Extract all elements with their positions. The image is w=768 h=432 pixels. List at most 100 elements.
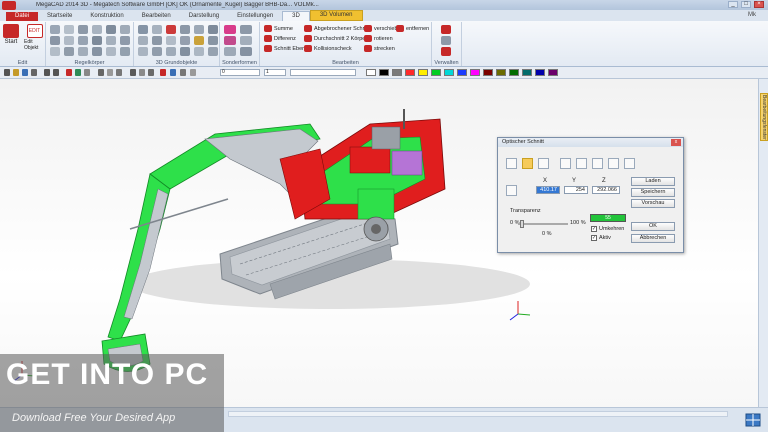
torus-icon[interactable]: [106, 25, 116, 34]
tools-icon[interactable]: [441, 47, 451, 56]
bearing-icon[interactable]: [208, 36, 218, 45]
tab-konstruktion[interactable]: Konstruktion: [81, 12, 132, 21]
differenz-command[interactable]: Differenz: [264, 34, 308, 43]
measure-icon[interactable]: [160, 69, 166, 76]
layer-icon[interactable]: [98, 69, 104, 76]
box-icon[interactable]: [138, 25, 148, 34]
color-swatch[interactable]: [470, 69, 480, 76]
hatch-icon[interactable]: [180, 69, 186, 76]
prism-icon[interactable]: [120, 25, 130, 34]
app-logo-icon[interactable]: [2, 0, 16, 10]
cut-z-icon[interactable]: [538, 158, 549, 169]
tree-icon[interactable]: [441, 36, 451, 45]
ok-button[interactable]: OK: [631, 222, 675, 231]
summe-command[interactable]: Summe: [264, 24, 308, 33]
x-value-field[interactable]: 410.17: [536, 186, 560, 194]
color-swatch[interactable]: [366, 69, 376, 76]
tab-bearbeiten[interactable]: Bearbeiten: [133, 12, 180, 21]
bolt-icon[interactable]: [180, 25, 190, 34]
rib-icon[interactable]: [180, 36, 190, 45]
hole-icon[interactable]: [208, 47, 218, 56]
aktiv-checkbox[interactable]: ✓: [591, 235, 597, 241]
spring-icon[interactable]: [64, 47, 74, 56]
fillet-icon[interactable]: [180, 47, 190, 56]
shell-icon[interactable]: [106, 36, 116, 45]
minimize-button[interactable]: _: [728, 1, 738, 8]
helix-icon[interactable]: [106, 47, 116, 56]
new-file-icon[interactable]: [4, 69, 10, 76]
cone-icon[interactable]: [78, 25, 88, 34]
pen-select[interactable]: 1: [264, 69, 286, 76]
cylinder-icon[interactable]: [64, 25, 74, 34]
color-swatch[interactable]: [444, 69, 454, 76]
nut-icon[interactable]: [194, 25, 204, 34]
maximize-button[interactable]: □: [741, 1, 751, 8]
arc-icon[interactable]: [148, 69, 154, 76]
wedge-icon[interactable]: [120, 36, 130, 45]
schnitt-ebene-command[interactable]: Schnitt Ebene: [264, 44, 308, 53]
tab-3d-volumen[interactable]: 3D Volumen: [309, 10, 363, 21]
save-icon[interactable]: [22, 69, 28, 76]
zoom-icon[interactable]: [66, 69, 72, 76]
cut-x-icon[interactable]: [506, 158, 517, 169]
line-icon[interactable]: [130, 69, 136, 76]
extrude-icon[interactable]: [50, 36, 60, 45]
linetype-select[interactable]: 0: [220, 69, 260, 76]
pyramid-icon[interactable]: [50, 47, 60, 56]
hub-icon[interactable]: [152, 47, 162, 56]
shaft-icon[interactable]: [138, 47, 148, 56]
close-button[interactable]: ×: [754, 1, 764, 8]
loft-icon[interactable]: [92, 36, 102, 45]
user-initials[interactable]: Mk: [748, 12, 756, 18]
color-swatch[interactable]: [522, 69, 532, 76]
cut-plane-2-icon[interactable]: [576, 158, 587, 169]
chamfer-icon[interactable]: [194, 47, 204, 56]
sweep-icon[interactable]: [78, 36, 88, 45]
laden-button[interactable]: Laden: [631, 177, 675, 186]
start-button[interactable]: Start: [3, 24, 19, 45]
color-swatch[interactable]: [379, 69, 389, 76]
rotieren-command[interactable]: rotieren: [364, 34, 404, 43]
spline-icon[interactable]: [240, 47, 252, 56]
grid-icon[interactable]: [107, 69, 113, 76]
bearbeitungsfenster-tab[interactable]: Bearbeitungsfenster: [760, 93, 768, 141]
color-swatch[interactable]: [392, 69, 402, 76]
color-swatch[interactable]: [535, 69, 545, 76]
line-weight-select[interactable]: [290, 69, 356, 76]
coordinate-system-icon[interactable]: [506, 185, 517, 196]
entfernen-command[interactable]: entfernen: [396, 24, 429, 33]
cube-icon[interactable]: [50, 25, 60, 34]
pipe-icon[interactable]: [78, 47, 88, 56]
abgebrochener-schnitt-command[interactable]: Abgebrochener Schnitt: [304, 24, 370, 33]
color-swatch[interactable]: [457, 69, 467, 76]
red-block-icon[interactable]: [166, 25, 176, 34]
undo-icon[interactable]: [44, 69, 50, 76]
umkehren-checkbox[interactable]: ✓: [591, 226, 597, 232]
blend-icon[interactable]: [224, 36, 236, 45]
gear-icon[interactable]: [194, 36, 204, 45]
cut-plane-4-icon[interactable]: [608, 158, 619, 169]
freeform-icon[interactable]: [224, 25, 236, 34]
cut-plane-3-icon[interactable]: [592, 158, 603, 169]
surface-icon[interactable]: [240, 25, 252, 34]
tab-startseite[interactable]: Startseite: [38, 12, 81, 21]
plate-icon[interactable]: [152, 25, 162, 34]
tab-3d[interactable]: 3D: [282, 11, 310, 21]
durchschnitt-command[interactable]: Durchschnitt 2 Körper: [304, 34, 370, 43]
beam-icon[interactable]: [138, 36, 148, 45]
pan-icon[interactable]: [75, 69, 81, 76]
cut-plane-1-icon[interactable]: [560, 158, 571, 169]
color-swatch[interactable]: [496, 69, 506, 76]
view-icon[interactable]: [84, 69, 90, 76]
text-icon[interactable]: [190, 69, 196, 76]
color-swatch[interactable]: [483, 69, 493, 76]
tab-datei[interactable]: Datei: [6, 12, 39, 21]
abbrechen-button[interactable]: Abbrechen: [631, 234, 675, 243]
color-swatch[interactable]: [418, 69, 428, 76]
morph-icon[interactable]: [240, 36, 252, 45]
groove-icon[interactable]: [166, 47, 176, 56]
manage-icon[interactable]: [441, 25, 451, 34]
sphere-icon[interactable]: [92, 25, 102, 34]
y-value-field[interactable]: 254: [564, 186, 588, 194]
redo-icon[interactable]: [53, 69, 59, 76]
